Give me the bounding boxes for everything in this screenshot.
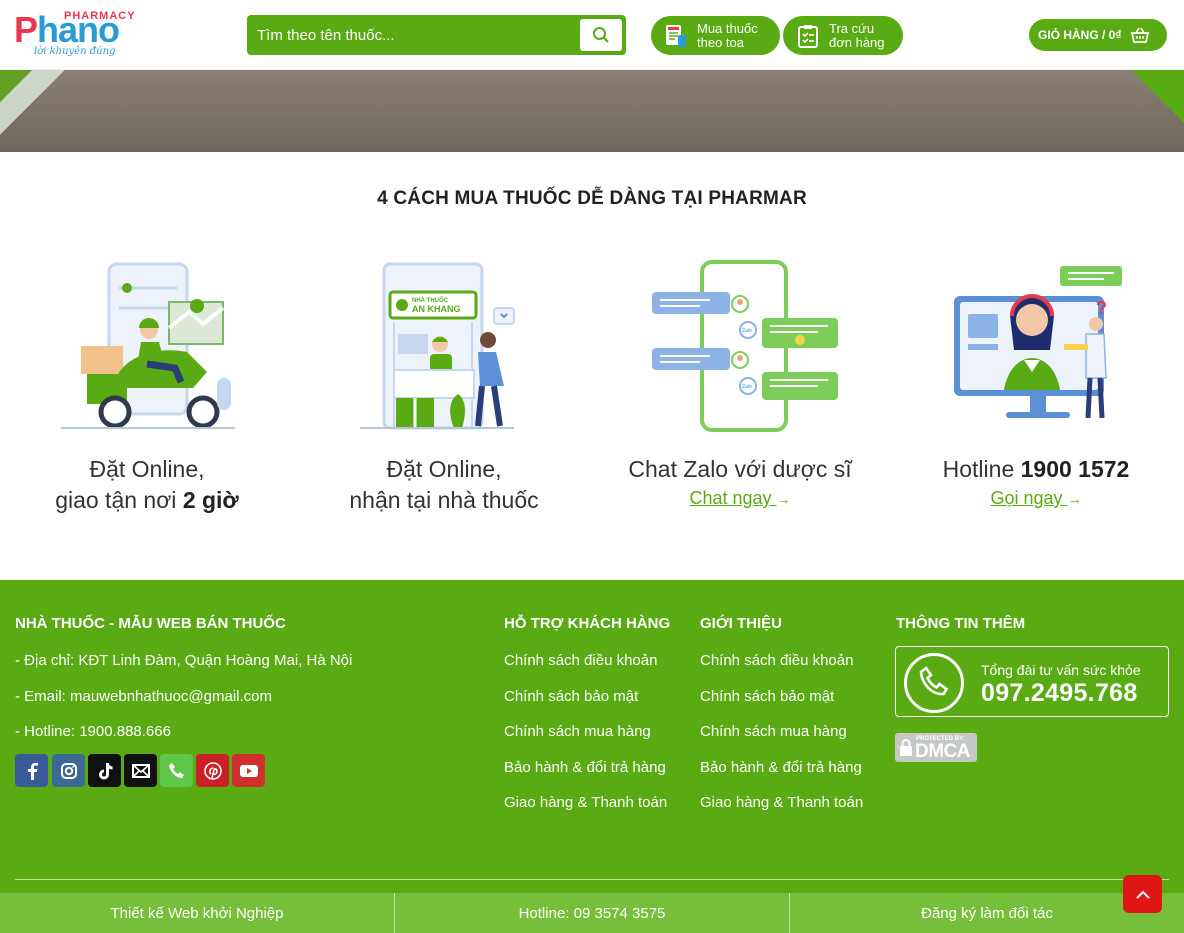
- search-icon: [593, 27, 609, 43]
- logo-tagline: lời khuyên đúng: [34, 46, 116, 57]
- arrow-right-icon: →: [1067, 491, 1082, 507]
- zalo-chat-illustration: Zalo Zalo: [652, 260, 838, 432]
- envelope-icon: [131, 763, 150, 778]
- support-link[interactable]: Chính sách bảo mật: [504, 688, 638, 705]
- card1-line2-bold: 2 giờ: [182, 487, 239, 513]
- card2-line1: Đặt Online,: [386, 456, 502, 482]
- support-link[interactable]: Chính sách mua hàng: [504, 723, 651, 740]
- svg-text:NHÀ THUỐC: NHÀ THUỐC: [412, 297, 449, 304]
- about-link[interactable]: Giao hàng & Thanh toán: [700, 794, 863, 811]
- svg-text:Zalo: Zalo: [742, 328, 752, 334]
- support-link[interactable]: Bảo hành & đổi trả hàng: [504, 759, 666, 776]
- footer-col2-heading: HỖ TRỢ KHÁCH HÀNG: [504, 615, 671, 632]
- bottom-link-web-design[interactable]: Thiết kế Web khởi Nghiệp: [0, 893, 395, 933]
- how-to-buy-title: 4 CÁCH MUA THUỐC DỄ DÀNG TẠI PHARMAR: [377, 188, 807, 209]
- phone-button[interactable]: [160, 754, 193, 787]
- footer-col3-heading: GIỚI THIỆU: [700, 615, 782, 632]
- card1-line2: giao tận nơi: [55, 487, 183, 513]
- chevron-up-icon: [1135, 890, 1150, 899]
- support-link[interactable]: Chính sách điều khoản: [504, 652, 657, 669]
- arrow-right-icon: →: [776, 491, 791, 507]
- phone-icon: [904, 653, 964, 713]
- facebook-icon: [27, 762, 38, 780]
- bottom-link-hotline[interactable]: Hotline: 09 3574 3575: [395, 893, 790, 933]
- cart-button[interactable]: GIỎ HÀNG / 0₫: [1029, 19, 1167, 51]
- order-lookup-button[interactable]: Tra cứu đơn hàng: [783, 16, 903, 55]
- footer-email: - Email: mauwebnhathuoc@gmail.com: [15, 688, 272, 705]
- back-to-top-button[interactable]: [1123, 875, 1162, 913]
- dmca-label: DMCA: [915, 741, 971, 762]
- tiktok-icon: [98, 762, 112, 779]
- search-button[interactable]: [580, 19, 622, 51]
- svg-text:AN KHANG: AN KHANG: [412, 304, 461, 314]
- instagram-button[interactable]: [52, 754, 85, 787]
- tiktok-button[interactable]: [88, 754, 121, 787]
- consult-number: 097.2495.768: [981, 679, 1138, 707]
- card2-line2: nhận tại nhà thuốc: [349, 487, 539, 513]
- buy-method-hotline: ? Hotline 1900 1572 Gọi ngay →: [906, 258, 1166, 548]
- footer-col1-heading: NHÀ THUỐC - MẪU WEB BÁN THUỐC: [15, 615, 286, 632]
- consult-label: Tổng đài tư vấn sức khỏe: [981, 662, 1141, 678]
- instagram-icon: [60, 762, 77, 779]
- svg-text:Zalo: Zalo: [742, 384, 752, 390]
- phone-icon: [168, 762, 184, 778]
- site-header: PHARMACY Phano lời khuyên đúng Mua thuốc…: [0, 0, 1184, 70]
- pinterest-icon: [203, 761, 222, 780]
- dmca-badge[interactable]: PROTECTED BY: DMCA: [895, 733, 977, 762]
- call-now-link[interactable]: Gọi ngay →: [906, 488, 1166, 509]
- about-link[interactable]: Chính sách mua hàng: [700, 723, 847, 740]
- about-link[interactable]: Bảo hành & đổi trả hàng: [700, 759, 862, 776]
- youtube-icon: [239, 764, 258, 777]
- site-footer: NHÀ THUỐC - MẪU WEB BÁN THUỐC - Địa chỉ:…: [0, 580, 1184, 893]
- chat-now-link[interactable]: Chat ngay →: [610, 488, 870, 509]
- hotline-number: 1900 1572: [1020, 456, 1130, 482]
- search-bar: [247, 15, 626, 55]
- search-input[interactable]: [247, 15, 577, 55]
- email-button[interactable]: [124, 754, 157, 787]
- buy-method-pickup: NHÀ THUỐC AN KHANG Đặt Online, nhận tại …: [314, 258, 574, 548]
- about-link[interactable]: Chính sách bảo mật: [700, 688, 834, 705]
- pinterest-button[interactable]: [196, 754, 229, 787]
- lock-icon: [900, 739, 912, 756]
- svg-text:?: ?: [1096, 298, 1107, 318]
- card4-line1: Hotline: [942, 456, 1021, 482]
- bottom-bar: Thiết kế Web khởi Nghiệp Hotline: 09 357…: [0, 893, 1184, 933]
- logo-brand: Phano: [14, 9, 120, 50]
- footer-divider: [15, 879, 1169, 880]
- about-link[interactable]: Chính sách điều khoản: [700, 652, 853, 669]
- hero-banner-image: [0, 70, 1184, 152]
- card1-line1: Đặt Online,: [89, 456, 205, 482]
- prescription-order-button[interactable]: Mua thuốc theo toa: [651, 16, 780, 55]
- youtube-button[interactable]: [232, 754, 265, 787]
- basket-icon: [1130, 27, 1149, 43]
- card3-line1: Chat Zalo với dược sĩ: [628, 456, 852, 482]
- clipboard-icon: [798, 24, 818, 48]
- cart-label: GIỎ HÀNG / 0₫: [1038, 28, 1122, 42]
- site-logo[interactable]: PHARMACY Phano lời khuyên đúng: [14, 9, 135, 60]
- footer-address: - Địa chỉ: KĐT Linh Đàm, Quận Hoàng Mai,…: [15, 652, 353, 669]
- footer-col4-heading: THÔNG TIN THÊM: [896, 615, 1026, 632]
- delivery-illustration: [61, 262, 235, 429]
- footer-hotline: - Hotline: 1900.888.666: [15, 723, 171, 740]
- support-link[interactable]: Giao hàng & Thanh toán: [504, 794, 667, 811]
- consult-hotline-box[interactable]: Tổng đài tư vấn sức khỏe 097.2495.768: [895, 646, 1169, 717]
- hotline-illustration: ?: [954, 266, 1122, 419]
- pickup-store-illustration: NHÀ THUỐC AN KHANG: [360, 262, 515, 430]
- prescription-icon: [666, 24, 686, 47]
- buy-method-delivery: Đặt Online, giao tận nơi 2 giờ: [17, 258, 277, 548]
- buy-method-zalo-chat: Zalo Zalo Chat Zalo với dược sĩ Chat nga…: [610, 258, 870, 548]
- facebook-button[interactable]: [15, 754, 48, 787]
